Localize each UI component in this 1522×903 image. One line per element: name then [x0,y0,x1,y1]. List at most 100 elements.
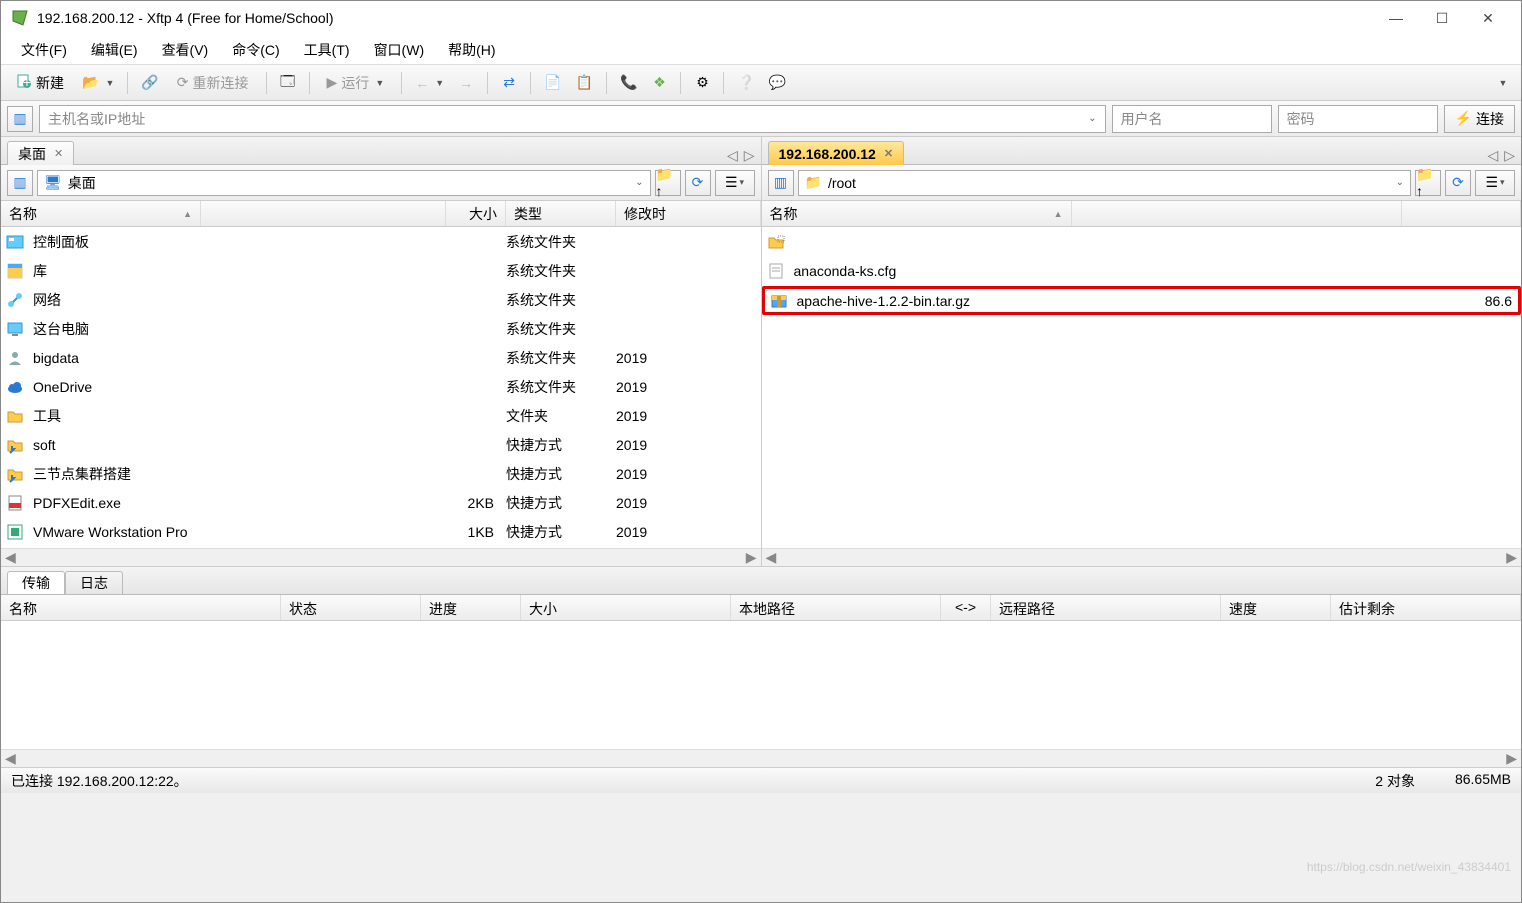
menu-tools[interactable]: 工具(T) [296,36,358,64]
col-name[interactable]: 名称▲ [1,201,201,226]
file-row[interactable]: 库系统文件夹 [1,256,761,285]
file-row[interactable]: anaconda-ks.cfg [762,256,1522,285]
minimize-button[interactable]: — [1373,3,1419,33]
back-button[interactable]: ←▼ [410,70,449,96]
right-up-button[interactable]: 📁↑ [1415,170,1441,196]
tab-next-icon[interactable]: ▷ [1504,147,1515,164]
close-icon[interactable]: ✕ [884,147,893,160]
maximize-button[interactable]: ☐ [1419,3,1465,33]
col-remote[interactable]: 远程路径 [991,595,1221,620]
col-name[interactable]: 名称 [1,595,281,620]
file-row[interactable]: 工具文件夹2019 [1,401,761,430]
link-button[interactable]: 🔗 [136,70,163,96]
menu-file[interactable]: 文件(F) [13,36,75,64]
menu-view[interactable]: 查看(V) [154,36,217,64]
file-row[interactable]: 这台电脑系统文件夹 [1,314,761,343]
vm-icon [5,522,25,542]
file-name: soft [33,437,56,453]
file-row[interactable]: bigdata系统文件夹2019 [1,343,761,372]
sync-button[interactable]: ⇄ [496,70,522,96]
right-tree-button[interactable]: ▥ [768,170,794,196]
col-modified[interactable]: 修改时 [616,201,761,226]
col-eta[interactable]: 估计剩余 [1331,595,1521,620]
right-refresh-button[interactable]: ⟳ [1445,170,1471,196]
right-tab[interactable]: 192.168.200.12 ✕ [768,141,905,165]
new-button[interactable]: + 新建 [7,70,73,96]
left-filelist[interactable]: 控制面板系统文件夹库系统文件夹网络系统文件夹这台电脑系统文件夹bigdata系统… [1,227,761,548]
paste-button[interactable]: 📋 [571,70,598,96]
s2-button[interactable]: ❖ [646,70,672,96]
host-input[interactable]: 主机名或IP地址 ⌄ [39,105,1106,133]
tab-prev-icon[interactable]: ◁ [727,147,738,164]
file-type: 快捷方式 [506,464,616,484]
user-input[interactable]: 用户名 [1112,105,1272,133]
help-button[interactable]: ❔ [732,70,759,96]
col-status[interactable]: 状态 [281,595,421,620]
file-row[interactable]: 控制面板系统文件夹 [1,227,761,256]
password-input[interactable]: 密码 [1278,105,1438,133]
col-size[interactable]: 大小 [521,595,731,620]
quick-panel-button[interactable]: ▥ [7,106,33,132]
tab-transfer[interactable]: 传输 [7,571,65,595]
col-name[interactable]: 名称▲ [762,201,1072,226]
file-row[interactable]: soft快捷方式2019 [1,430,761,459]
col-direction[interactable]: <-> [941,595,991,620]
menu-window[interactable]: 窗口(W) [366,36,433,64]
right-hscroll[interactable]: ◀▶ [762,548,1522,566]
col-size[interactable]: 大小 [446,201,506,226]
right-path-input[interactable]: 📁/root ⌄ [798,170,1412,196]
connect-button[interactable]: ⚡ 连接 [1444,105,1515,133]
toolbar: + 新建 📂▼ 🔗 ⟳ 重新连接 🗔 ▶ 运行▼ ←▼ → ⇄ 📄 📋 📞 ❖ … [1,65,1521,101]
chat-icon: 💬 [769,74,786,91]
close-button[interactable]: ✕ [1465,3,1511,33]
file-type: 系统文件夹 [506,377,616,397]
copy-button[interactable]: 📄 [539,70,566,96]
right-view-button[interactable]: ☰▾ [1475,170,1515,196]
tab-log[interactable]: 日志 [65,571,123,595]
file-row[interactable]: 网络系统文件夹 [1,285,761,314]
s1-button[interactable]: 📞 [615,70,642,96]
bottom-hscroll[interactable]: ◀▶ [1,749,1521,767]
forward-button[interactable]: → [453,70,479,96]
left-refresh-button[interactable]: ⟳ [685,170,711,196]
tab-next-icon[interactable]: ▷ [744,147,755,164]
menu-help[interactable]: 帮助(H) [440,36,503,64]
menu-command[interactable]: 命令(C) [224,36,287,64]
tab-prev-icon[interactable]: ◁ [1487,147,1498,164]
file-row[interactable]: apache-hive-1.2.2-bin.tar.gz86.6 [762,286,1522,315]
left-path-input[interactable]: 🖥桌面 ⌄ [37,170,651,196]
file-type: 快捷方式 [506,522,616,542]
chat-button[interactable]: 💬 [764,70,791,96]
left-hscroll[interactable]: ◀▶ [1,548,761,566]
right-filelist[interactable]: anaconda-ks.cfg apache-hive-1.2.2-bin.tar… [762,227,1522,548]
reconnect-button[interactable]: ⟳ 重新连接 [168,70,258,96]
file-row[interactable]: OneDrive系统文件夹2019 [1,372,761,401]
window-title: 192.168.200.12 - Xftp 4 (Free for Home/S… [37,10,334,26]
connect-icon: ⚡ [1455,110,1472,127]
properties-button[interactable]: 🗔 [275,70,301,96]
settings-button[interactable]: ⚙ [689,70,715,96]
left-tree-button[interactable]: ▥ [7,170,33,196]
transfer-list[interactable] [1,621,1521,749]
col-type[interactable]: 类型 [506,201,616,226]
toolbar-overflow[interactable]: ▼ [1489,70,1515,96]
gear-icon: ⚙ [696,74,709,91]
col-progress[interactable]: 进度 [421,595,521,620]
left-view-button[interactable]: ☰▾ [715,170,755,196]
col-speed[interactable]: 速度 [1221,595,1331,620]
file-row[interactable]: PDFXEdit.exe2KB快捷方式2019 [1,488,761,517]
run-button[interactable]: ▶ 运行▼ [318,70,394,96]
file-row[interactable] [762,227,1522,256]
pc-icon [5,319,25,339]
menu-edit[interactable]: 编辑(E) [83,36,146,64]
file-row[interactable]: VMware Workstation Pro1KB快捷方式2019 [1,517,761,546]
close-icon[interactable]: ✕ [54,147,63,160]
file-name: anaconda-ks.cfg [794,263,897,279]
col-local[interactable]: 本地路径 [731,595,941,620]
left-up-button[interactable]: 📁↑ [655,170,681,196]
left-tab[interactable]: 桌面 ✕ [7,141,74,165]
open-button[interactable]: 📂▼ [77,70,119,96]
file-size: 86.6 [1485,293,1518,309]
file-type: 文件夹 [506,406,616,426]
file-row[interactable]: 三节点集群搭建快捷方式2019 [1,459,761,488]
